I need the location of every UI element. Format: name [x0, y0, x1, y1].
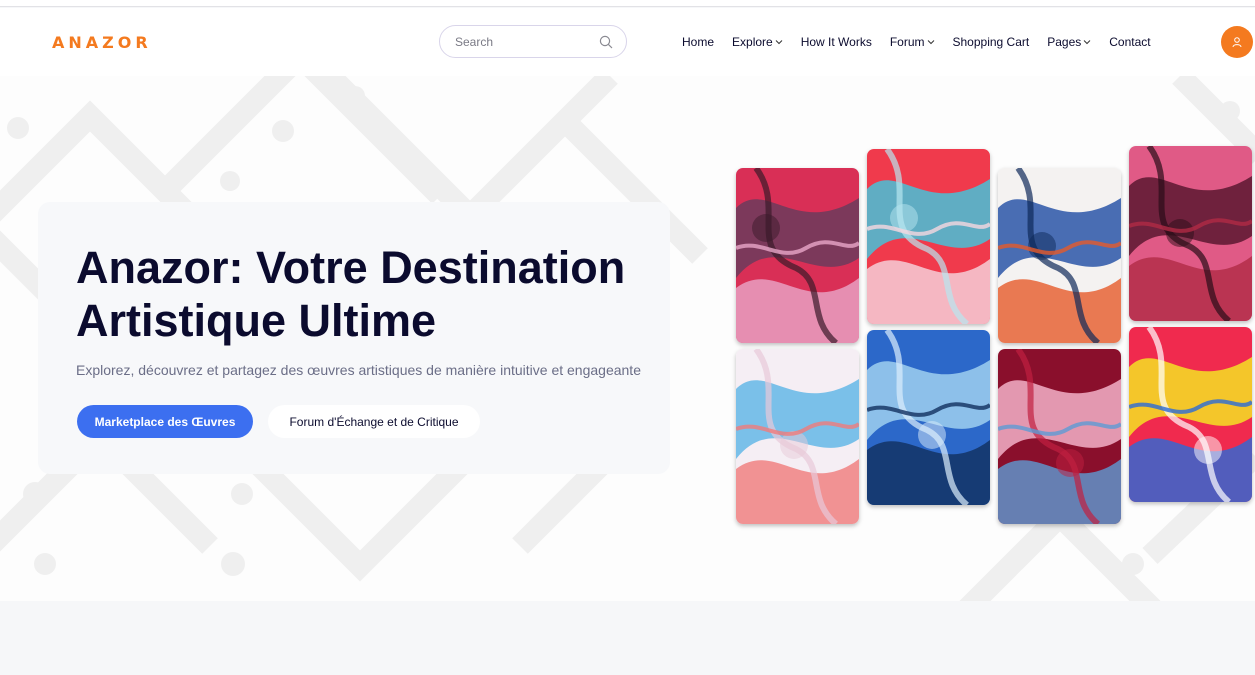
artwork-pink-maroon-marble[interactable]	[1129, 146, 1252, 321]
search-icon[interactable]	[599, 35, 613, 49]
nav-item-label: Home	[682, 35, 715, 49]
chevron-down-icon	[1083, 40, 1091, 45]
chevron-down-icon	[775, 40, 783, 45]
nav-item-label: Forum	[889, 35, 925, 49]
site-header: ANAZOR Home Explore How It Works Forum Shopp…	[0, 8, 1255, 76]
hero-subtitle: Explorez, découvrez et partagez des œuvr…	[76, 362, 641, 378]
hero-section: Anazor: Votre Destination Artistique Ult…	[0, 76, 1255, 601]
next-section	[0, 601, 1255, 675]
logo[interactable]: ANAZOR	[52, 33, 152, 52]
nav-item-label: How It Works	[800, 35, 872, 49]
artwork-pink-red-marble[interactable]	[736, 168, 859, 343]
nav-item-contact[interactable]: Contact	[1109, 35, 1150, 49]
artwork-white-blue-orange[interactable]	[998, 168, 1121, 343]
artwork-crimson-pink[interactable]	[998, 349, 1121, 524]
nav-item-pages[interactable]: Pages	[1047, 35, 1091, 49]
nav-item-label: Pages	[1047, 35, 1082, 49]
user-icon	[1232, 37, 1242, 48]
nav-item-label: Contact	[1109, 35, 1151, 49]
artwork-pastel-marble[interactable]	[736, 349, 859, 524]
chevron-down-icon	[927, 40, 934, 45]
hero-card: Anazor: Votre Destination Artistique Ult…	[38, 202, 670, 474]
nav-item-forum[interactable]: Forum	[890, 35, 935, 49]
main-nav: Home Explore How It Works Forum Shopping Car…	[682, 34, 1169, 50]
hero-title: Anazor: Votre Destination Artistique Ult…	[76, 242, 626, 346]
artwork-blue-portrait[interactable]	[867, 330, 990, 505]
search-box[interactable]	[439, 25, 627, 58]
forum-button[interactable]: Forum d'Échange et de Critique	[268, 405, 480, 438]
nav-item-explore[interactable]: Explore	[732, 35, 783, 49]
user-account-button[interactable]	[1221, 26, 1253, 58]
nav-item-how-it-works[interactable]: How It Works	[801, 35, 872, 49]
marketplace-button[interactable]: Marketplace des Œuvres	[77, 405, 253, 438]
nav-item-label: Explore	[732, 35, 773, 49]
nav-item-home[interactable]: Home	[682, 35, 714, 49]
nav-item-shopping-cart[interactable]: Shopping Cart	[953, 35, 1030, 49]
search-input[interactable]	[455, 33, 595, 51]
top-border	[0, 0, 1255, 7]
artwork-red-cyan-swirl[interactable]	[867, 149, 990, 324]
nav-item-label: Shopping Cart	[952, 35, 1030, 49]
artwork-red-yellow-fluid[interactable]	[1129, 327, 1252, 502]
